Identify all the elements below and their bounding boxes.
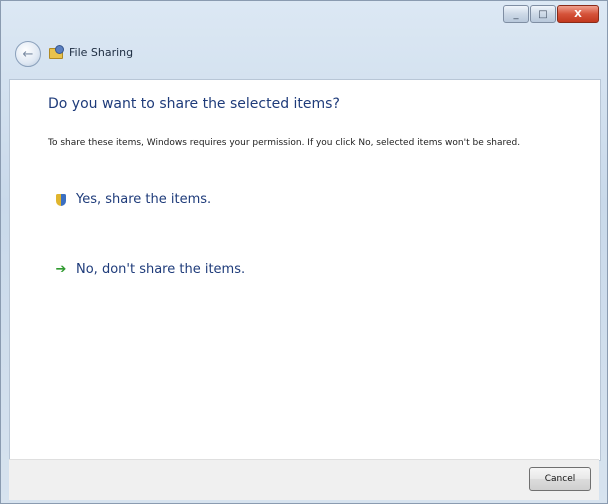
navigation-bar: ← File Sharing (1, 31, 607, 75)
title-bar[interactable]: _ □ X (1, 1, 607, 31)
back-button[interactable]: ← (15, 41, 41, 67)
no-share-label: No, don't share the items. (76, 262, 246, 277)
dialog-window: _ □ X ← File Sharing Do you want to shar… (0, 0, 608, 504)
close-button[interactable]: X (557, 5, 599, 23)
minimize-button[interactable]: _ (503, 5, 529, 23)
footer-bar: Cancel (9, 459, 599, 500)
maximize-button[interactable]: □ (530, 5, 556, 23)
file-sharing-icon (49, 45, 64, 59)
main-instruction: Do you want to share the selected items? (48, 96, 340, 112)
yes-share-option[interactable]: Yes, share the items. (52, 192, 211, 207)
yes-share-label: Yes, share the items. (76, 192, 212, 207)
description-text: To share these items, Windows requires y… (48, 138, 521, 148)
uac-shield-icon (52, 193, 70, 206)
green-arrow-icon: ➔ (55, 262, 67, 277)
cancel-button[interactable]: Cancel (529, 467, 591, 491)
back-arrow-icon: ← (22, 46, 34, 62)
dialog-title: File Sharing (69, 46, 134, 59)
content-area: Do you want to share the selected items?… (9, 79, 601, 461)
caption-buttons: _ □ X (503, 5, 599, 23)
no-share-option[interactable]: ➔ No, don't share the items. (52, 262, 246, 277)
